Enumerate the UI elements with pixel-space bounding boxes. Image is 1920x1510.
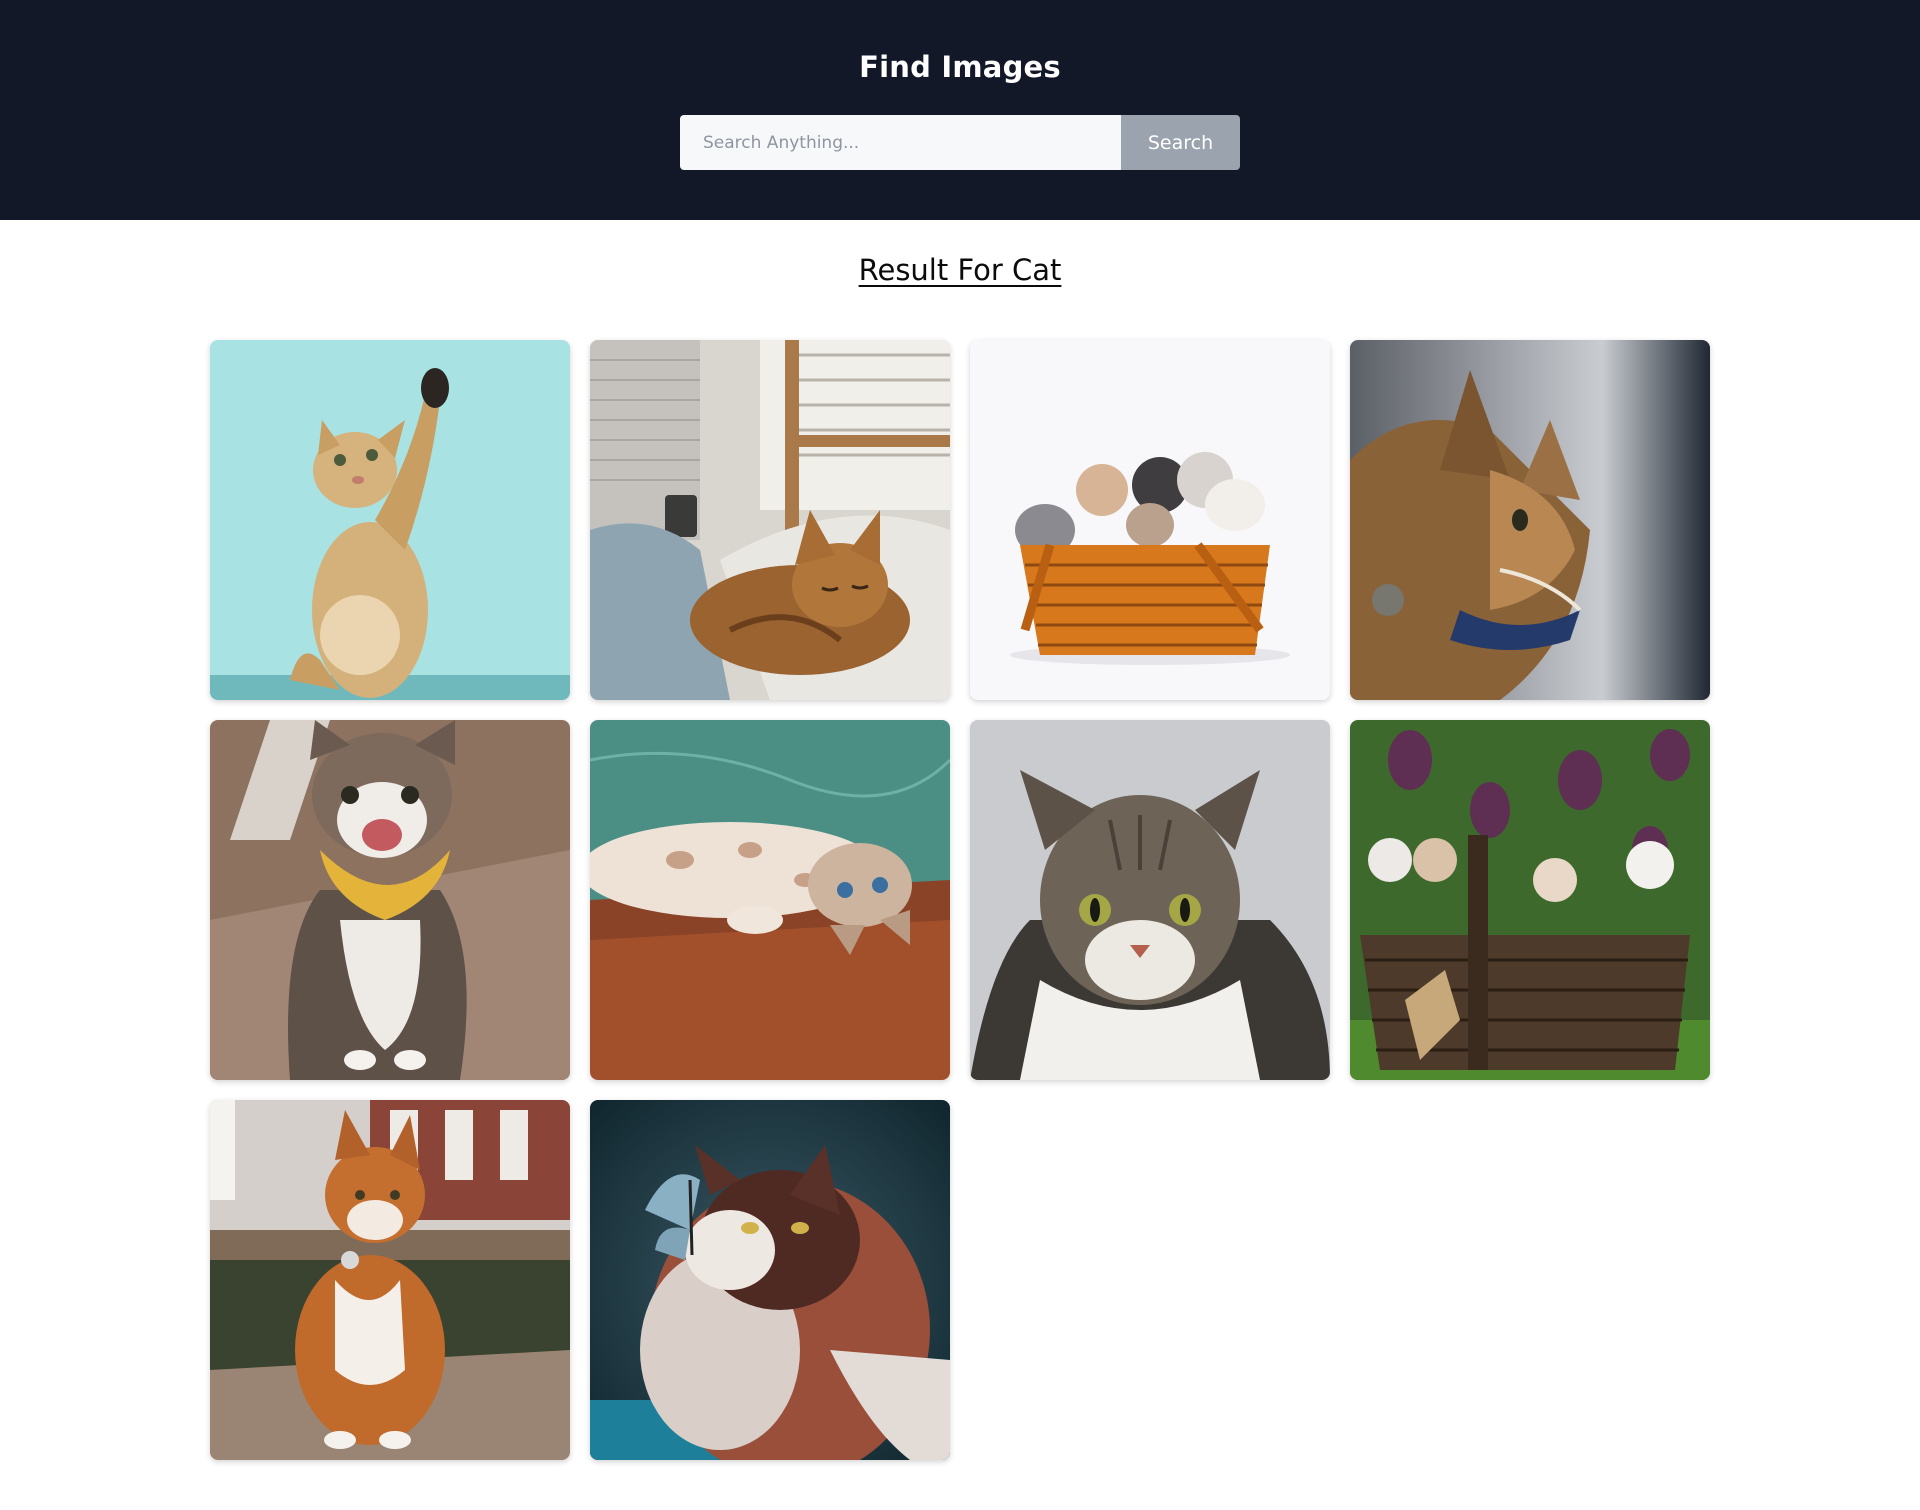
search-input[interactable] (680, 115, 1121, 170)
cat-photo-4 (1350, 340, 1710, 700)
image-result-5[interactable] (210, 720, 570, 1080)
cat-photo-2 (590, 340, 950, 700)
image-result-10[interactable] (590, 1100, 950, 1460)
page-title: Find Images (859, 50, 1061, 84)
image-result-2[interactable] (590, 340, 950, 700)
image-result-7[interactable] (970, 720, 1330, 1080)
image-result-8[interactable] (1350, 720, 1710, 1080)
image-result-9[interactable] (210, 1100, 570, 1460)
image-result-3[interactable] (970, 340, 1330, 700)
cat-photo-8 (1350, 720, 1710, 1080)
result-heading-text: Result For Cat (858, 253, 1062, 287)
cat-photo-10 (590, 1100, 950, 1460)
cat-photo-5 (210, 720, 570, 1080)
image-result-1[interactable] (210, 340, 570, 700)
cat-photo-7 (970, 720, 1330, 1080)
page-header: Find Images Search (0, 0, 1920, 220)
search-button[interactable]: Search (1121, 115, 1240, 170)
result-heading: Result For Cat (0, 253, 1920, 287)
search-form: Search (680, 115, 1240, 170)
image-result-6[interactable] (590, 720, 950, 1080)
image-grid (210, 340, 1710, 1460)
cat-photo-9 (210, 1100, 570, 1460)
image-result-4[interactable] (1350, 340, 1710, 700)
cat-photo-6 (590, 720, 950, 1080)
cat-photo-1 (210, 340, 570, 700)
cat-photo-3 (970, 340, 1330, 700)
